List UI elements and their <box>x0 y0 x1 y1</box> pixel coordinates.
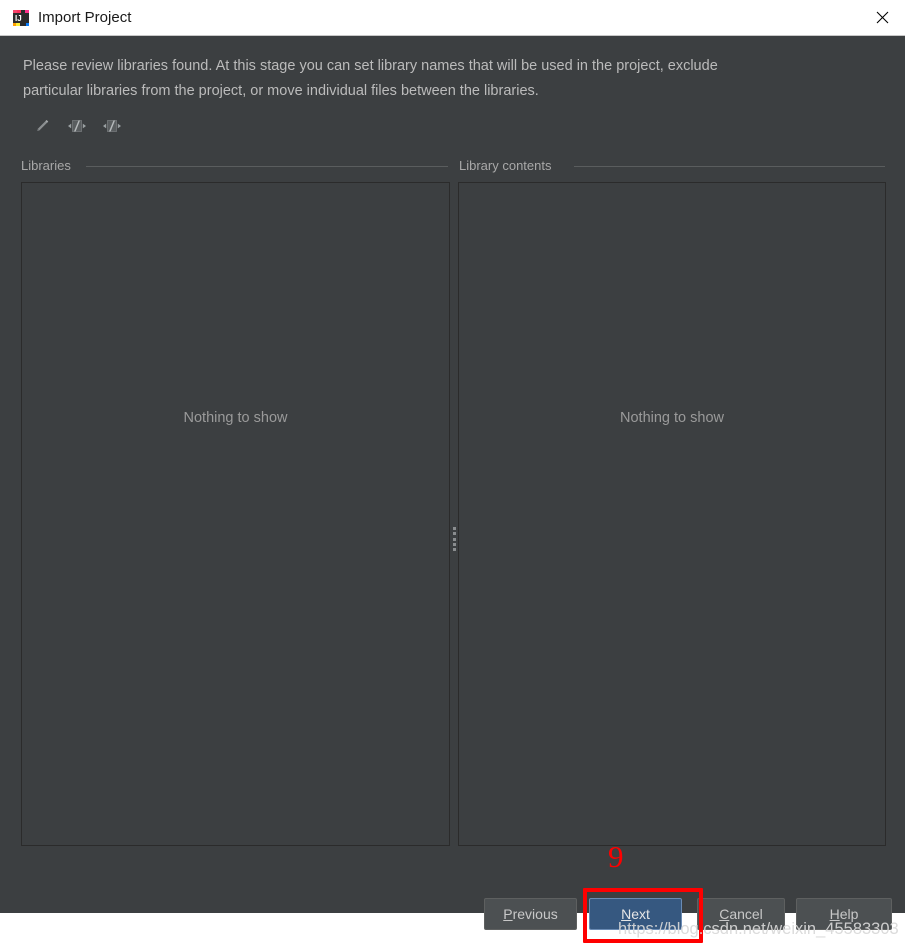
splitter-grip-icon <box>451 527 457 551</box>
instruction-text: Please review libraries found. At this s… <box>23 58 718 99</box>
panel-splitter[interactable] <box>450 182 458 846</box>
import-project-dialog: IJ Import Project Please review librarie… <box>0 0 905 943</box>
dialog-body: Please review libraries found. At this s… <box>0 36 905 943</box>
annotation-step-number: 9 <box>608 839 624 874</box>
intellij-idea-icon: IJ <box>11 8 31 28</box>
library-toolbar <box>26 113 128 143</box>
merge-arrows-icon <box>67 117 87 140</box>
library-contents-empty-message: Nothing to show <box>620 410 724 426</box>
dialog-button-bar: Previous Next Cancel Help <box>0 858 905 930</box>
title-bar: IJ Import Project <box>0 0 905 36</box>
libraries-section-label: Libraries <box>21 158 71 173</box>
close-icon[interactable] <box>859 0 905 35</box>
watermark-text: https://blog.csdn.net/weixin_45583303 <box>618 920 899 938</box>
library-contents-list-panel[interactable]: Nothing to show <box>458 182 886 846</box>
libraries-list-panel[interactable]: Nothing to show <box>21 182 450 846</box>
split-arrows-icon <box>102 117 122 140</box>
libraries-empty-message: Nothing to show <box>183 410 288 426</box>
merge-libraries-button[interactable] <box>61 113 93 143</box>
window-title: Import Project <box>38 9 132 26</box>
library-contents-section-label: Library contents <box>459 158 552 173</box>
rename-library-button[interactable] <box>26 113 58 143</box>
previous-button-label: revious <box>512 906 558 922</box>
libraries-section-rule <box>86 166 448 167</box>
split-library-button[interactable] <box>96 113 128 143</box>
previous-button-mnemonic: P <box>503 906 513 922</box>
library-contents-section-rule <box>574 166 885 167</box>
svg-text:IJ: IJ <box>15 14 22 23</box>
pencil-icon <box>33 117 51 140</box>
previous-button[interactable]: Previous <box>484 898 577 930</box>
